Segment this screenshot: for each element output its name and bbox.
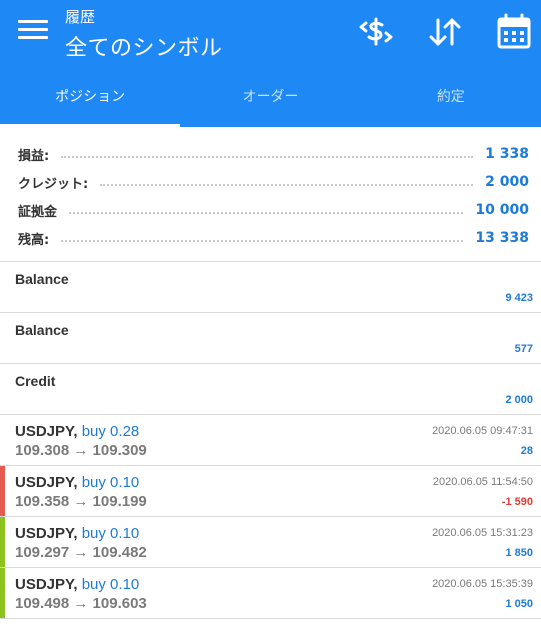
trade-symbol: USDJPY,	[15, 474, 78, 491]
summary-row-balance: 残高: 13 338	[0, 224, 541, 252]
summary-row-credit: クレジット: 2 000	[0, 168, 541, 196]
trade-header: USDJPY, buy 0.10	[15, 474, 139, 491]
profit-indicator-bar	[0, 568, 5, 618]
trade-time: 2020.06.05 09:47:31	[432, 425, 533, 437]
trade-symbol: USDJPY,	[15, 525, 78, 542]
menu-icon[interactable]	[18, 20, 48, 46]
tab-positions[interactable]: ポジション	[0, 76, 181, 127]
list-item[interactable]: Balance 577	[0, 313, 541, 364]
trade-side: buy 0.10	[81, 525, 140, 542]
currency-exchange-icon[interactable]	[356, 13, 396, 51]
trade-prices: 109.297 → 109.482	[15, 544, 147, 561]
summary-row-profit: 損益: 1 338	[0, 140, 541, 168]
trade-prices: 109.308 → 109.309	[15, 442, 147, 459]
tab-orders[interactable]: オーダー	[180, 76, 360, 127]
summary-label: 証拠金	[18, 204, 58, 220]
trade-side: buy 0.10	[81, 576, 140, 593]
summary-label: 残高:	[18, 232, 50, 248]
trade-profit: 28	[520, 445, 533, 457]
trade-time: 2020.06.05 15:35:39	[432, 578, 533, 590]
history-list: Balance 9 423 Balance 577 Credit 2 000 U…	[0, 262, 541, 619]
loss-indicator-bar	[0, 466, 5, 516]
summary-value: 1 338	[485, 146, 529, 162]
trade-row[interactable]: USDJPY, buy 0.10 109.297 → 109.482 2020.…	[0, 517, 541, 568]
trade-profit: -1 590	[501, 496, 533, 508]
symbol-filter-title[interactable]: 全てのシンボル	[65, 30, 223, 62]
tab-bar: ポジション オーダー 約定	[0, 76, 541, 127]
trade-side: buy 0.28	[81, 423, 140, 440]
header-subtitle: 履歴	[65, 8, 96, 26]
operation-title: Balance	[15, 271, 69, 287]
operation-amount: 2 000	[505, 394, 533, 406]
trade-row[interactable]: USDJPY, buy 0.10 109.358 → 109.199 2020.…	[0, 466, 541, 517]
dotted-leader	[69, 212, 464, 214]
trade-side: buy 0.10	[81, 474, 140, 491]
summary-value: 2 000	[485, 174, 529, 190]
operation-title: Balance	[15, 322, 69, 338]
summary-label: クレジット:	[18, 176, 89, 192]
trade-header: USDJPY, buy 0.10	[15, 576, 139, 593]
dotted-leader	[100, 184, 474, 186]
profit-indicator-bar	[0, 517, 5, 567]
trade-prices: 109.498 → 109.603	[15, 595, 147, 612]
trade-profit: 1 850	[505, 547, 533, 559]
trade-row[interactable]: USDJPY, buy 0.28 109.308 → 109.309 2020.…	[0, 415, 541, 466]
list-item[interactable]: Balance 9 423	[0, 262, 541, 313]
summary-value: 10 000	[475, 202, 529, 218]
account-summary: 損益: 1 338 クレジット: 2 000 証拠金 10 000 残高: 13…	[0, 140, 541, 252]
list-item[interactable]: Credit 2 000	[0, 364, 541, 415]
dotted-leader	[61, 240, 464, 242]
trade-time: 2020.06.05 15:31:23	[432, 527, 533, 539]
summary-row-deposit: 証拠金 10 000	[0, 196, 541, 224]
calendar-icon[interactable]	[494, 13, 534, 51]
trade-row[interactable]: USDJPY, buy 0.10 109.498 → 109.603 2020.…	[0, 568, 541, 619]
trade-symbol: USDJPY,	[15, 576, 78, 593]
operation-amount: 9 423	[505, 292, 533, 304]
operation-title: Credit	[15, 373, 56, 389]
trade-time: 2020.06.05 11:54:50	[432, 476, 533, 488]
trade-prices: 109.358 → 109.199	[15, 493, 147, 510]
trade-header: USDJPY, buy 0.28	[15, 423, 139, 440]
tab-deals[interactable]: 約定	[361, 76, 541, 127]
sort-icon[interactable]	[425, 13, 465, 51]
trade-profit: 1 050	[505, 598, 533, 610]
dotted-leader	[61, 156, 474, 158]
trade-header: USDJPY, buy 0.10	[15, 525, 139, 542]
operation-amount: 577	[514, 343, 533, 355]
summary-value: 13 338	[475, 230, 529, 246]
trade-symbol: USDJPY,	[15, 423, 78, 440]
summary-label: 損益:	[18, 148, 50, 164]
app-header: 履歴 全てのシンボル ポジション オーダー 約定	[0, 0, 541, 127]
